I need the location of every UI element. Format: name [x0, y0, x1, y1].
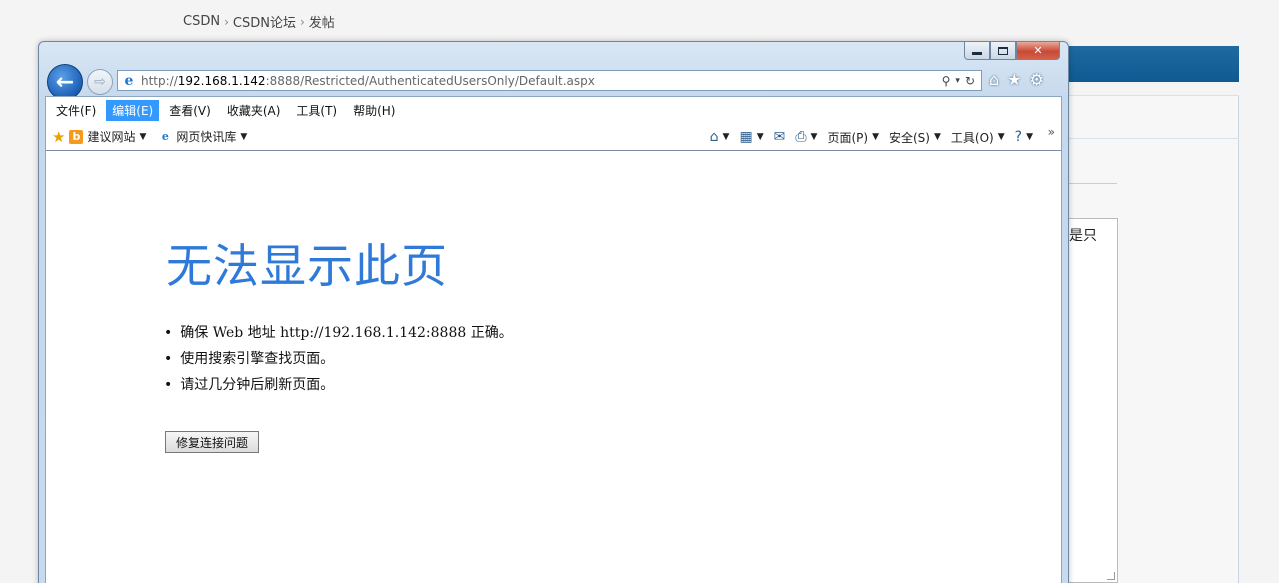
url-path: :8888/Restricted/AuthenticatedUsersOnly/… [265, 73, 595, 88]
web-slice-icon: e [161, 129, 169, 143]
printer-icon: ⎙ [795, 129, 807, 145]
fix-connection-button[interactable]: 修复连接问题 [165, 431, 259, 453]
dropdown-caret-icon: ▼ [1026, 132, 1033, 142]
favorites-bar: ★ b 建议网站 ▼ e 网页快讯库 ▼ ⌂ ▼ ▦ ▼ ✉ ⎙ ▼ 页面(P) ▼ 安… [46, 123, 1061, 151]
command-bar: ⌂ ▼ ▦ ▼ ✉ ⎙ ▼ 页面(P) ▼ 安全(S) ▼ 工具(O) ▼ ? ▼ [710, 123, 1033, 151]
close-icon: ✕ [1033, 44, 1043, 57]
suggested-sites-icon: b [69, 129, 84, 144]
window-controls: ✕ [964, 42, 1060, 60]
feeds-button[interactable]: ▦ ▼ [739, 129, 763, 145]
page-menu-label: 页面(P) [827, 130, 869, 145]
browser-window: ✕ ← ⇨ e http://192.168.1.142:8888/Restri… [38, 41, 1069, 583]
menu-bar: 文件(F) 编辑(E) 查看(V) 收藏夹(A) 工具(T) 帮助(H) [46, 97, 1061, 123]
menu-file[interactable]: 文件(F) [50, 100, 102, 121]
dropdown-caret-icon[interactable]: ▾ [955, 76, 960, 86]
page-menu[interactable]: 页面(P) ▼ [827, 129, 879, 146]
tools-menu[interactable]: 工具(O) ▼ [951, 129, 1005, 146]
refresh-icon[interactable]: ↻ [965, 74, 975, 88]
divider [1061, 183, 1117, 184]
url-host: 192.168.1.142 [177, 73, 266, 88]
browser-toolbar-icons: ⌂ ★ ⚙ [989, 70, 1044, 89]
back-button[interactable]: ← [47, 64, 83, 100]
resize-grip-icon[interactable] [1107, 572, 1115, 580]
safety-menu[interactable]: 安全(S) ▼ [889, 129, 941, 146]
tools-menu-label: 工具(O) [950, 130, 994, 145]
menu-tools[interactable]: 工具(T) [290, 100, 343, 121]
navigation-bar: ← ⇨ e http://192.168.1.142:8888/Restrict… [45, 64, 1065, 100]
home-icon[interactable]: ⌂ [989, 70, 999, 89]
safety-menu-label: 安全(S) [889, 130, 930, 145]
page-title: 无法显示此页 [166, 239, 448, 293]
breadcrumb: CSDN › CSDN论坛 › 发帖 [183, 12, 335, 31]
textarea-text: 是只 [1069, 228, 1097, 244]
favorites-link-web-slice[interactable]: e 网页快讯库 ▼ [158, 128, 247, 145]
dropdown-caret-icon[interactable]: ▼ [240, 132, 247, 142]
gear-icon[interactable]: ⚙ [1030, 70, 1044, 89]
home-button[interactable]: ⌂ ▼ [710, 129, 730, 145]
dropdown-caret-icon: ▼ [997, 132, 1005, 142]
favorites-link-label: 建议网站 [87, 130, 136, 144]
favorites-star-icon[interactable]: ★ [1007, 70, 1021, 89]
list-item: 请过几分钟后刷新页面。 [164, 372, 513, 398]
dropdown-caret-icon: ▼ [872, 132, 879, 142]
rss-feed-icon: ▦ [739, 129, 753, 145]
favorites-link-label: 网页快讯库 [176, 130, 237, 144]
menu-help[interactable]: 帮助(H) [347, 100, 401, 121]
maximize-button[interactable] [990, 42, 1016, 60]
list-item: 使用搜索引擎查找页面。 [164, 346, 513, 372]
read-mail-button[interactable]: ✉ [774, 129, 786, 145]
back-arrow-icon: ← [55, 69, 75, 95]
dropdown-caret-icon[interactable]: ▼ [723, 132, 730, 142]
home-icon: ⌂ [709, 129, 719, 145]
error-suggestions-list: 确保 Web 地址 http://192.168.1.142:8888 正确。 … [164, 320, 513, 398]
dropdown-caret-icon[interactable]: ▼ [811, 132, 818, 142]
favorites-link-suggested-sites[interactable]: b 建议网站 ▼ [69, 128, 146, 145]
breadcrumb-item-csdn[interactable]: CSDN [183, 14, 220, 29]
list-item: 确保 Web 地址 http://192.168.1.142:8888 正确。 [164, 320, 512, 346]
dropdown-caret-icon[interactable]: ▼ [139, 132, 146, 142]
menu-edit[interactable]: 编辑(E) [106, 99, 160, 121]
chevron-right-icon: › [224, 14, 229, 29]
divider [1061, 138, 1239, 139]
error-page: 无法显示此页 确保 Web 地址 http://192.168.1.142:88… [46, 152, 1061, 583]
breadcrumb-item-forum[interactable]: CSDN论坛 [233, 12, 296, 31]
breadcrumb-item-post: 发帖 [308, 16, 335, 31]
add-favorites-star-icon[interactable]: ★ [52, 128, 65, 146]
dropdown-caret-icon: ▼ [933, 132, 941, 142]
forward-arrow-icon: ⇨ [94, 74, 106, 90]
address-bar-actions: ⚲ ▾ ↻ [942, 74, 981, 88]
menu-favorites[interactable]: 收藏夹(A) [221, 100, 287, 121]
chevron-right-icon: › [299, 14, 305, 29]
more-commands-chevron-icon[interactable]: » [1048, 125, 1055, 139]
close-button[interactable]: ✕ [1016, 42, 1060, 60]
minimize-button[interactable] [964, 42, 990, 60]
browser-client-area: 文件(F) 编辑(E) 查看(V) 收藏夹(A) 工具(T) 帮助(H) ★ b… [45, 96, 1062, 583]
search-icon[interactable]: ⚲ [942, 74, 951, 88]
url-prefix: http:// [141, 73, 178, 88]
mail-icon: ✉ [773, 129, 786, 145]
menu-view[interactable]: 查看(V) [163, 100, 217, 121]
ie-page-icon: e [124, 72, 134, 89]
help-menu[interactable]: ? ▼ [1015, 129, 1033, 145]
url-text[interactable]: http://192.168.1.142:8888/Restricted/Aut… [141, 74, 595, 88]
dropdown-caret-icon[interactable]: ▼ [757, 132, 764, 142]
print-button[interactable]: ⎙ ▼ [795, 129, 817, 145]
minimize-icon [972, 52, 982, 55]
address-bar[interactable]: e http://192.168.1.142:8888/Restricted/A… [117, 70, 982, 91]
maximize-icon [998, 46, 1008, 55]
help-icon: ? [1014, 129, 1023, 145]
forward-button[interactable]: ⇨ [87, 69, 113, 95]
